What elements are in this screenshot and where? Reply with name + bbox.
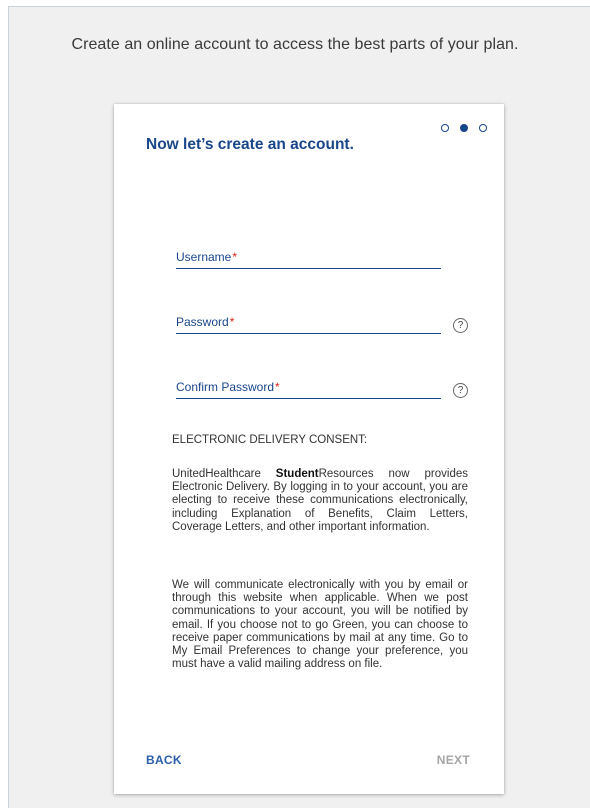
back-button[interactable]: BACK xyxy=(146,753,182,767)
intro-text: Create an online account to access the b… xyxy=(71,36,519,53)
consent-paragraph-1: UnitedHealthcare StudentResources now pr… xyxy=(172,468,468,533)
consent-paragraph-2: We will communicate electronically with … xyxy=(172,579,468,671)
card-title: Now let’s create an account. xyxy=(146,136,354,153)
confirm-password-field[interactable]: Confirm Password* xyxy=(176,376,441,399)
consent-heading: ELECTRONIC DELIVERY CONSENT: xyxy=(172,434,368,446)
step-indicator xyxy=(441,124,487,132)
required-asterisk: * xyxy=(229,315,235,329)
username-label: Username* xyxy=(176,250,238,264)
step-dot-2-active xyxy=(460,124,468,132)
required-asterisk: * xyxy=(232,250,238,264)
create-account-card: Now let’s create an account. Username* P… xyxy=(114,104,504,794)
next-button[interactable]: NEXT xyxy=(437,753,470,767)
step-dot-1 xyxy=(441,124,449,132)
required-asterisk: * xyxy=(275,380,280,394)
brand-bold: Student xyxy=(275,468,319,480)
confirm-password-label: Confirm Password* xyxy=(176,380,280,394)
username-field[interactable]: Username* xyxy=(176,246,441,269)
confirm-password-help-icon[interactable]: ? xyxy=(453,383,468,398)
password-help-icon[interactable]: ? xyxy=(453,318,468,333)
password-field[interactable]: Password* xyxy=(176,311,441,334)
password-label: Password* xyxy=(176,315,235,329)
step-dot-3 xyxy=(479,124,487,132)
